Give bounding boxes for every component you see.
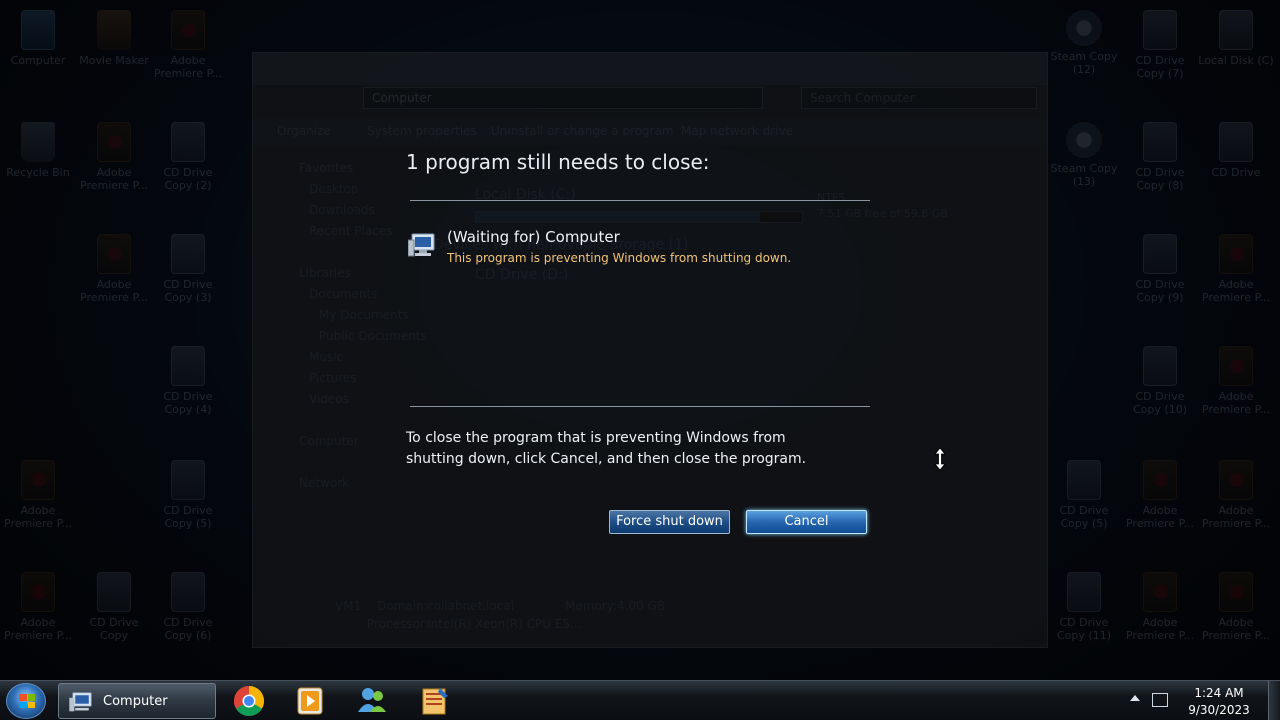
program-name: (Waiting for) Computer — [447, 228, 620, 246]
messenger-taskbar-button[interactable] — [348, 684, 396, 718]
start-button[interactable] — [6, 683, 46, 719]
dialog-title: 1 program still needs to close: — [406, 150, 710, 174]
show-desktop-button[interactable] — [1268, 681, 1280, 720]
system-tray: 1:24 AM 9/30/2023 — [1130, 681, 1280, 720]
resize-cursor-icon — [935, 448, 945, 470]
notes-app-taskbar-button[interactable] — [410, 684, 458, 718]
media-player-taskbar-button[interactable] — [286, 684, 334, 718]
cancel-button[interactable]: Cancel — [746, 510, 867, 534]
blocking-program-row: (Waiting for) Computer This program is p… — [406, 228, 866, 268]
messenger-icon — [358, 688, 386, 712]
notepad-icon — [422, 688, 448, 715]
show-hidden-icons-icon[interactable] — [1130, 695, 1140, 701]
computer-icon — [408, 233, 435, 257]
top-divider — [410, 200, 870, 201]
clock-time[interactable]: 1:24 AM — [1182, 686, 1256, 700]
instructions-text: To close the program that is preventing … — [406, 430, 807, 467]
shutdown-blocker-dialog: 1 program still needs to close: (Waiting… — [406, 140, 876, 550]
clock-date[interactable]: 9/30/2023 — [1182, 703, 1256, 717]
desktop: Computer Movie Maker Adobe Premiere P... Re… — [0, 0, 1280, 720]
computer-icon — [69, 692, 92, 712]
program-warning: This program is preventing Windows from … — [447, 251, 792, 265]
bottom-divider — [410, 406, 870, 407]
force-shut-down-button[interactable]: Force shut down — [609, 510, 730, 534]
windows-logo-icon — [19, 694, 35, 708]
media-player-icon — [297, 687, 323, 715]
taskbar: Computer 1:24 AM 9/30/2023 — [0, 680, 1280, 720]
network-icon[interactable] — [1152, 693, 1168, 707]
chrome-taskbar-button[interactable] — [225, 684, 273, 718]
chrome-icon — [233, 686, 265, 717]
taskbar-item-computer[interactable]: Computer — [58, 683, 216, 719]
taskbar-item-label: Computer — [103, 694, 168, 709]
